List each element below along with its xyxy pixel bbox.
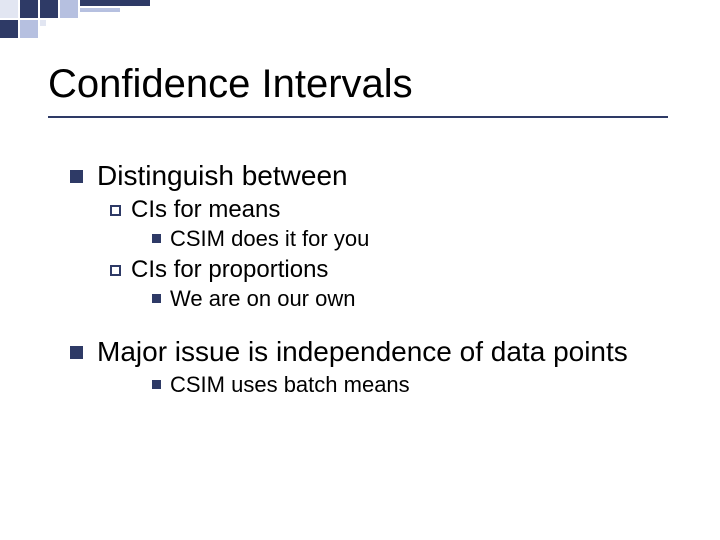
corner-decoration: [0, 0, 180, 40]
small-square-bullet-icon: [152, 294, 161, 303]
slide: Confidence Intervals Distinguish between…: [0, 0, 720, 540]
slide-title: Confidence Intervals: [48, 62, 413, 107]
bullet-text: We are on our own: [170, 286, 355, 312]
bullet-level3: We are on our own: [152, 286, 670, 312]
hollow-square-bullet-icon: [110, 205, 121, 216]
bullet-text: Distinguish between: [97, 160, 348, 192]
small-square-bullet-icon: [152, 380, 161, 389]
bullet-text: CIs for means: [131, 196, 280, 224]
bullet-text: CSIM does it for you: [170, 226, 369, 252]
slide-body: Distinguish between CIs for means CSIM d…: [70, 150, 670, 400]
bullet-level3: CSIM does it for you: [152, 226, 670, 252]
bullet-level1: Major issue is independence of data poin…: [70, 336, 670, 368]
bullet-level3: CSIM uses batch means: [152, 372, 670, 398]
small-square-bullet-icon: [152, 234, 161, 243]
square-bullet-icon: [70, 170, 83, 183]
bullet-text: CSIM uses batch means: [170, 372, 410, 398]
square-bullet-icon: [70, 346, 83, 359]
title-underline: [48, 116, 668, 118]
hollow-square-bullet-icon: [110, 265, 121, 276]
bullet-level2: CIs for proportions: [110, 256, 670, 284]
bullet-level1: Distinguish between: [70, 160, 670, 192]
bullet-level2: CIs for means: [110, 196, 670, 224]
bullet-text: CIs for proportions: [131, 256, 328, 284]
bullet-text: Major issue is independence of data poin…: [97, 336, 628, 368]
